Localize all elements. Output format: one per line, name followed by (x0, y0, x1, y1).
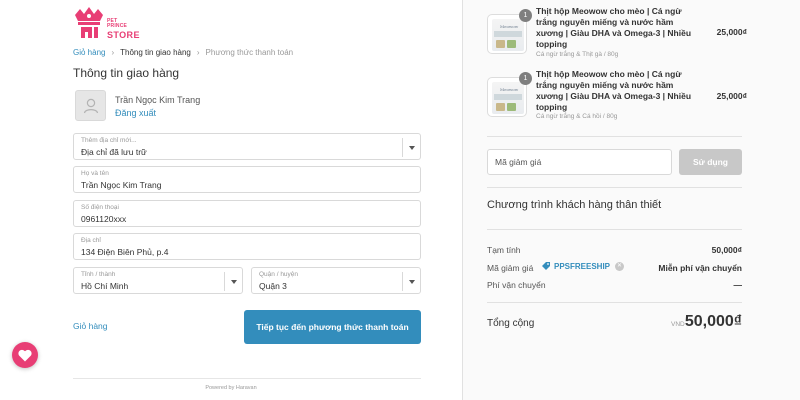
logout-link[interactable]: Đăng xuất (115, 108, 156, 118)
district-select[interactable]: Quận / huyện Quận 3 (251, 267, 421, 294)
breadcrumb-cart[interactable]: Giỏ hàng (73, 48, 105, 57)
divider (73, 378, 421, 379)
list-item: Meowow 1 Thịt hộp Meowow cho mèo | Cá ng… (487, 69, 747, 122)
continue-to-payment-button[interactable]: Tiếp tục đến phương thức thanh toán (244, 310, 421, 344)
address-field[interactable]: Địa chỉ 134 Điện Biên Phủ, p.4 (73, 233, 421, 260)
discount-value: Miễn phí vận chuyển (658, 263, 742, 273)
quantity-badge: 1 (519, 9, 532, 22)
checkout-main: PET PRINCE STORE Giỏ hàng › Thông tin gia… (0, 0, 462, 400)
store-logo[interactable]: PET PRINCE STORE (73, 5, 143, 41)
product-image-label: Meowow (500, 24, 519, 29)
apply-discount-button[interactable]: Sử dụng (679, 149, 742, 175)
list-item: Meowow 1 Thịt hộp Meowow cho mèo | Cá ng… (487, 6, 747, 59)
field-label: Địa chỉ (81, 237, 101, 244)
quantity-badge: 1 (519, 72, 532, 85)
product-variant: Cá ngừ trắng & Cá hồi / 80g (536, 113, 618, 120)
loyalty-program-title[interactable]: Chương trình khách hàng thân thiết (487, 199, 661, 211)
product-price: 25,000₫ (716, 91, 747, 101)
back-to-cart-link[interactable]: Giỏ hàng (73, 321, 108, 331)
saved-address-select[interactable]: Thêm địa chỉ mới... Địa chỉ đã lưu trữ (73, 133, 421, 160)
divider (487, 187, 742, 188)
field-value: Hồ Chí Minh (81, 281, 129, 291)
product-variant: Cá ngừ trắng & Thịt gà / 80g (536, 51, 619, 58)
product-image: Meowow (492, 19, 524, 51)
user-icon (83, 98, 98, 113)
total-label: Tổng cộng (487, 318, 535, 329)
heart-icon (18, 349, 32, 361)
breadcrumb-shipping-info: Thông tin giao hàng (120, 48, 191, 57)
product-image-label: Meowow (500, 87, 519, 92)
field-value: Địa chỉ đã lưu trữ (81, 147, 147, 157)
discount-label: Mã giảm giá (487, 263, 534, 273)
product-name: Thịt hộp Meowow cho mèo | Cá ngừ trắng n… (536, 6, 692, 49)
subtotal-label: Tạm tính (487, 245, 521, 255)
field-label: Thêm địa chỉ mới... (81, 137, 137, 144)
field-value: Quận 3 (259, 281, 287, 291)
field-label: Tỉnh / thành (81, 271, 116, 278)
fullname-field[interactable]: Họ và tên Trần Ngọc Kim Trang (73, 166, 421, 193)
applied-discount-tag: PPSFREESHIP ✕ (541, 261, 625, 271)
tag-icon (542, 262, 550, 270)
wishlist-button[interactable] (12, 342, 38, 368)
field-value: 0961120xxx (81, 214, 127, 224)
shipping-value: — (733, 280, 743, 290)
chevron-right-icon: › (111, 48, 115, 57)
field-label: Quận / huyện (259, 271, 299, 278)
user-name: Trần Ngọc Kim Trang (115, 95, 201, 105)
divider (487, 136, 742, 137)
subtotal-value: 50,000₫ (711, 245, 742, 255)
field-value: Trần Ngọc Kim Trang (81, 180, 162, 190)
logo-text-store: STORE (107, 30, 140, 40)
crown-logo-icon (75, 7, 103, 38)
field-label: Họ và tên (81, 170, 109, 177)
shipping-label: Phí vận chuyển (487, 280, 546, 290)
logo-text-top: PET PRINCE (107, 18, 128, 29)
product-price: 25,000₫ (716, 27, 747, 37)
province-select[interactable]: Tỉnh / thành Hồ Chí Minh (73, 267, 243, 294)
chevron-down-icon[interactable] (402, 138, 420, 157)
total-currency: VND (671, 321, 685, 328)
discount-code-input[interactable]: Mã giảm giá (487, 149, 672, 175)
field-value: 134 Điện Biên Phủ, p.4 (81, 247, 169, 257)
phone-field[interactable]: Số điện thoại 0961120xxx (73, 200, 421, 227)
chevron-down-icon[interactable] (224, 272, 242, 291)
breadcrumb-payment-method: Phương thức thanh toán (205, 48, 294, 57)
remove-discount-icon[interactable]: ✕ (615, 261, 625, 271)
avatar (75, 90, 106, 121)
breadcrumb: Giỏ hàng › Thông tin giao hàng › Phương … (73, 48, 293, 57)
chevron-down-icon[interactable] (402, 272, 420, 291)
product-name: Thịt hộp Meowow cho mèo | Cá ngừ trắng n… (536, 69, 692, 112)
total-value: 50,000₫ (684, 313, 742, 330)
divider (487, 229, 742, 230)
powered-by: Powered by Haravan (205, 385, 257, 391)
chevron-right-icon: › (196, 48, 200, 57)
field-label: Số điện thoại (81, 204, 119, 211)
product-image: Meowow (492, 82, 524, 114)
page-title: Thông tin giao hàng (73, 66, 180, 80)
discount-code: PPSFREESHIP (554, 261, 611, 271)
divider (487, 302, 742, 303)
